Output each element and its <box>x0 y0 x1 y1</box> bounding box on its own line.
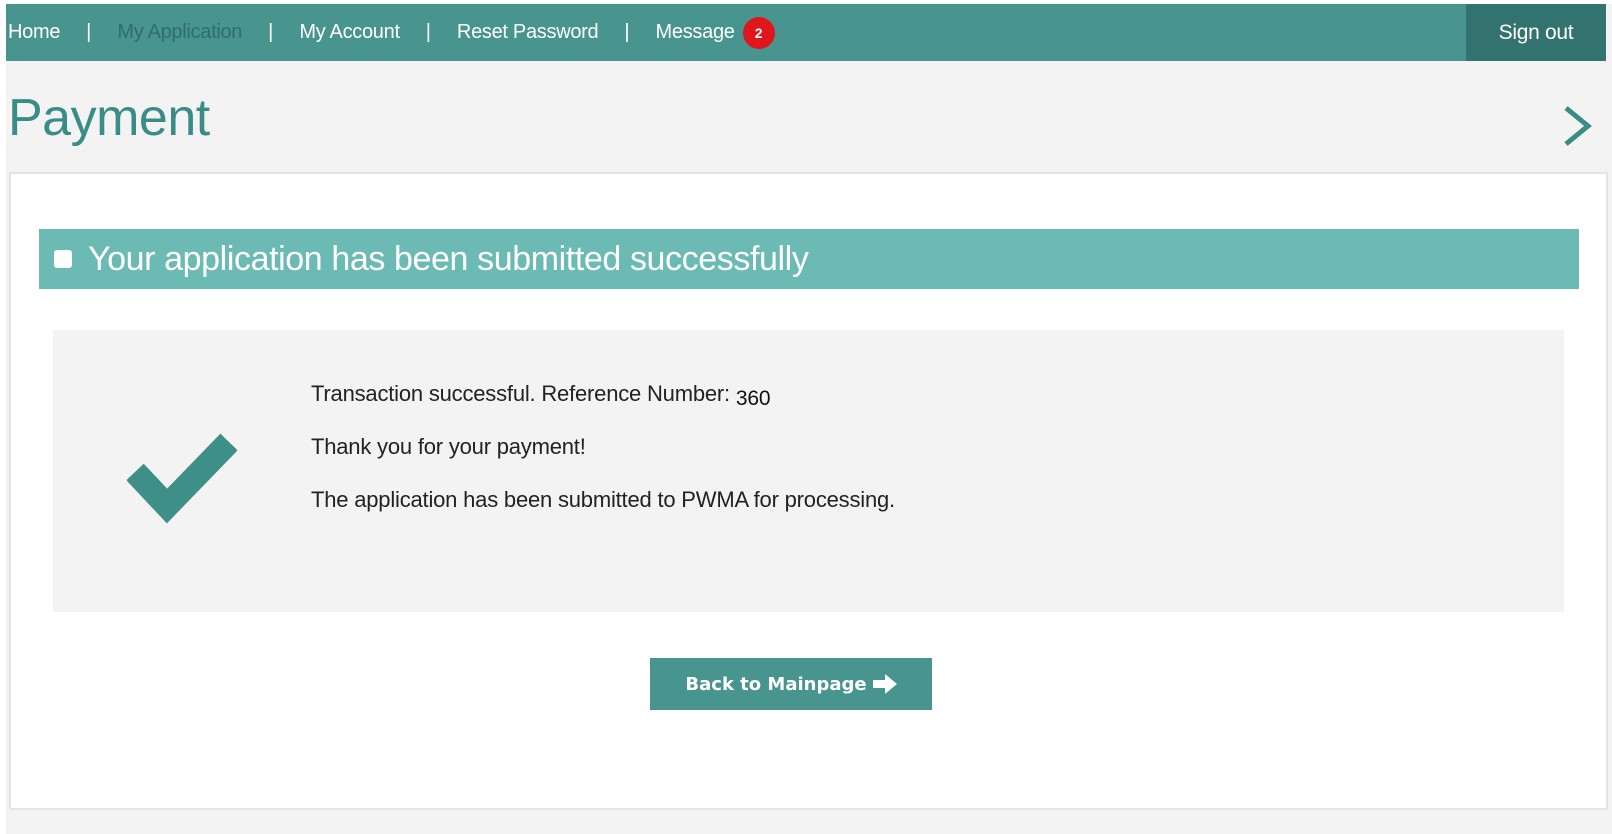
nav-separator: | <box>86 21 92 43</box>
submitted-text: The application has been submitted to PW… <box>311 487 895 512</box>
back-button-label: Back to Mainpage <box>685 673 867 695</box>
chevron-right-icon[interactable] <box>1560 104 1596 148</box>
message-count-badge[interactable]: 2 <box>742 16 775 49</box>
nav-separator: | <box>425 21 431 43</box>
arrow-right-icon <box>872 674 897 694</box>
sign-out-button[interactable]: Sign out <box>1466 4 1606 61</box>
nav-link-reset-password[interactable]: Reset Password <box>457 21 599 44</box>
nav-link-my-application[interactable]: My Application <box>117 21 242 44</box>
transaction-text: Transaction successful. Reference Number… <box>311 381 730 406</box>
nav-separator: | <box>624 21 630 43</box>
nav-link-message[interactable]: Message <box>656 21 735 44</box>
nav-link-home[interactable]: Home <box>8 21 60 44</box>
result-box: Transaction successful. Reference Number… <box>53 330 1564 612</box>
page: Home | My Application | My Account | Res… <box>6 4 1612 834</box>
nav-link-my-account[interactable]: My Account <box>299 21 400 44</box>
nav-separator: | <box>268 21 274 43</box>
thank-you-text: Thank you for your payment! <box>311 434 586 459</box>
transaction-line: Transaction successful. Reference Number… <box>311 374 895 427</box>
content-panel: Your application has been submitted succ… <box>9 172 1608 810</box>
square-bullet-icon <box>54 250 72 268</box>
result-messages: Transaction successful. Reference Number… <box>311 374 895 533</box>
check-icon <box>127 433 237 524</box>
success-banner: Your application has been submitted succ… <box>39 229 1579 289</box>
nav-message-group[interactable]: Message 2 <box>656 16 775 49</box>
back-to-mainpage-button[interactable]: Back to Mainpage <box>650 658 932 710</box>
nav-links: Home | My Application | My Account | Res… <box>6 4 775 61</box>
top-navigation: Home | My Application | My Account | Res… <box>6 4 1606 61</box>
page-title: Payment <box>8 89 210 147</box>
banner-text: Your application has been submitted succ… <box>88 239 809 278</box>
reference-number: 360 <box>735 387 771 410</box>
